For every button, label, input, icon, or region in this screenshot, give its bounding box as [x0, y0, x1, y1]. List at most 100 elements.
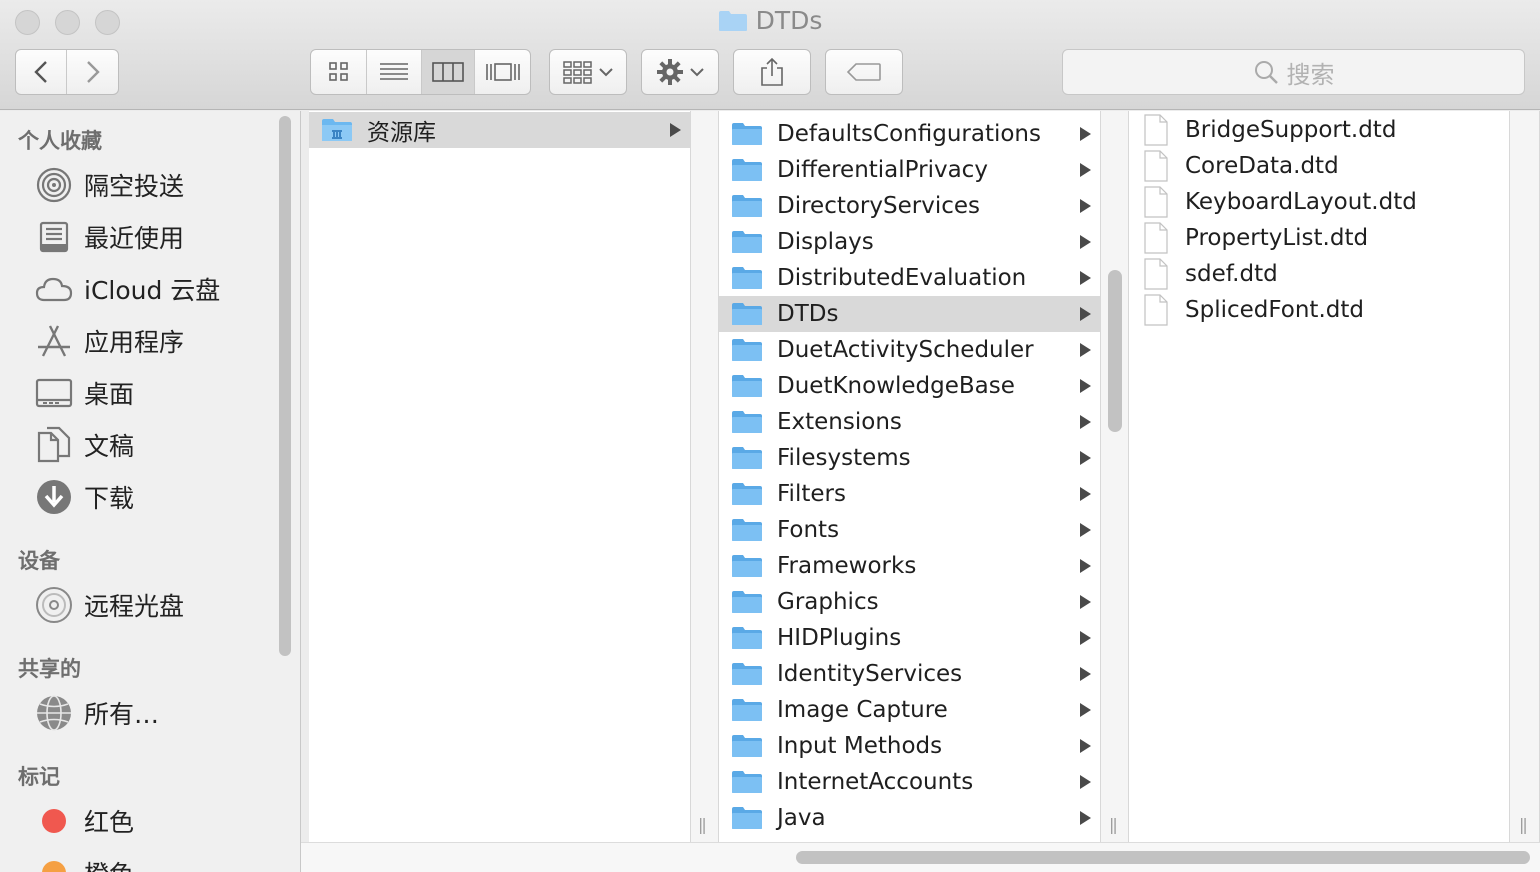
group-by-button[interactable]: [549, 49, 627, 95]
column-2-row[interactable]: Fonts: [719, 512, 1100, 548]
sidebar-item-airdrop[interactable]: 隔空投送: [34, 165, 184, 205]
sidebar-item-desktop[interactable]: 桌面: [34, 373, 134, 413]
sidebar-item-remote-disc[interactable]: 远程光盘: [34, 585, 184, 625]
list-view-button[interactable]: [367, 50, 422, 94]
sidebar-scrollbar[interactable]: [279, 116, 291, 656]
column-2-row[interactable]: Image Capture: [719, 692, 1100, 728]
document-file-icon: [1143, 222, 1173, 254]
column-resize-handle-icon[interactable]: ||: [1109, 815, 1118, 834]
disclosure-arrow-icon: [1080, 415, 1094, 429]
column-divider-2[interactable]: ||: [1100, 111, 1129, 842]
column-2-row[interactable]: Filesystems: [719, 440, 1100, 476]
sidebar-item-tag-orange[interactable]: 橙色: [34, 853, 134, 872]
column-2-row[interactable]: Extensions: [719, 404, 1100, 440]
column-3-row[interactable]: BridgeSupport.dtd: [1129, 112, 1509, 148]
column-view-button[interactable]: [422, 50, 475, 94]
column-divider-1[interactable]: ||: [690, 111, 719, 842]
group-icon: [563, 61, 592, 84]
disclosure-arrow-icon: [670, 123, 684, 137]
column-2-row[interactable]: DefaultsConfigurations: [719, 116, 1100, 152]
sidebar-item-icloud[interactable]: iCloud 云盘: [34, 269, 220, 309]
row-label: InternetAccounts: [777, 769, 974, 795]
column-2-row[interactable]: Displays: [719, 224, 1100, 260]
window-title: DTDs: [0, 6, 1540, 38]
column-2-row[interactable]: Input Methods: [719, 728, 1100, 764]
sidebar-header-devices: 设备: [18, 549, 60, 573]
row-label: BridgeSupport.dtd: [1185, 117, 1397, 143]
disclosure-arrow-icon: [1080, 127, 1094, 141]
column-2-scrollbar[interactable]: [1108, 270, 1122, 432]
folder-icon: [731, 156, 765, 184]
sidebar-item-downloads[interactable]: 下载: [34, 477, 134, 517]
sidebar-item-tag-red[interactable]: 红色: [34, 801, 134, 841]
horizontal-scrollbar[interactable]: [796, 851, 1530, 864]
folder-icon: [731, 264, 765, 292]
sidebar-item-label: 下载: [84, 484, 135, 513]
chevron-down-icon: [690, 68, 704, 77]
disclosure-arrow-icon: [1080, 559, 1094, 573]
row-label: DTDs: [777, 301, 839, 327]
column-2-row[interactable]: DuetActivityScheduler: [719, 332, 1100, 368]
network-icon: [34, 693, 74, 733]
row-label: Fonts: [777, 517, 840, 543]
icon-view-button[interactable]: [311, 50, 367, 94]
column-resize-handle-icon[interactable]: ||: [698, 815, 707, 834]
row-label: DuetActivityScheduler: [777, 337, 1034, 363]
row-label: Extensions: [777, 409, 902, 435]
sidebar-item-applications[interactable]: 应用程序: [34, 321, 184, 361]
row-label: Input Methods: [777, 733, 943, 759]
share-button[interactable]: [733, 49, 811, 95]
column-2-row[interactable]: DirectoryServices: [719, 188, 1100, 224]
back-button[interactable]: [16, 50, 67, 94]
column-2-row[interactable]: Frameworks: [719, 548, 1100, 584]
list-icon: [380, 63, 408, 80]
column-2-row[interactable]: DuetKnowledgeBase: [719, 368, 1100, 404]
column-divider-3[interactable]: ||: [1509, 111, 1540, 842]
sidebar-item-label: 应用程序: [84, 328, 185, 357]
edit-tags-button[interactable]: [825, 49, 903, 95]
column-2-row[interactable]: HIDPlugins: [719, 620, 1100, 656]
disclosure-arrow-icon: [1080, 631, 1094, 645]
sidebar-item-label: 文稿: [84, 432, 135, 461]
column-2-row[interactable]: DistributedEvaluation: [719, 260, 1100, 296]
column-3-row[interactable]: sdef.dtd: [1129, 256, 1509, 292]
folder-icon: [731, 552, 765, 580]
sidebar-header-shared: 共享的: [18, 657, 81, 681]
sidebar-item-documents[interactable]: 文稿: [34, 425, 134, 465]
column-3-row[interactable]: PropertyList.dtd: [1129, 220, 1509, 256]
search-icon: [1254, 61, 1278, 84]
sidebar-item-recents[interactable]: 最近使用: [34, 217, 184, 257]
column-2-row[interactable]: DifferentialPrivacy: [719, 152, 1100, 188]
column-3-row[interactable]: CoreData.dtd: [1129, 148, 1509, 184]
document-file-icon: [1143, 294, 1173, 326]
recents-icon: [34, 217, 74, 257]
gallery-view-button[interactable]: [475, 50, 530, 94]
column-2-row[interactable]: Graphics: [719, 584, 1100, 620]
column-2-row[interactable]: Filters: [719, 476, 1100, 512]
folder-icon: [731, 516, 765, 544]
column-2-row[interactable]: Java: [719, 800, 1100, 836]
row-label: PropertyList.dtd: [1185, 225, 1369, 251]
action-menu-button[interactable]: [641, 49, 719, 95]
sidebar-item-label: 隔空投送: [84, 172, 185, 201]
gallery-icon: [485, 63, 520, 81]
tag-red-icon: [34, 801, 74, 841]
column-3-row[interactable]: SplicedFont.dtd: [1129, 292, 1509, 328]
column-2-row[interactable]: DTDs: [719, 296, 1100, 332]
column-2-row[interactable]: IdentityServices: [719, 656, 1100, 692]
row-label: Filters: [777, 481, 846, 507]
row-label: Frameworks: [777, 553, 917, 579]
sidebar-item-label: iCloud 云盘: [84, 276, 221, 305]
column-1-row-library[interactable]: 资源库: [309, 112, 690, 148]
disclosure-arrow-icon: [1080, 451, 1094, 465]
disclosure-arrow-icon: [1080, 703, 1094, 717]
sidebar-item-all-shared[interactable]: 所有…: [34, 693, 159, 733]
row-label: Java: [777, 805, 826, 831]
column-2-row[interactable]: InternetAccounts: [719, 764, 1100, 800]
column-resize-handle-icon[interactable]: ||: [1519, 815, 1528, 834]
search-field[interactable]: 搜索: [1062, 49, 1525, 95]
folder-icon: [731, 804, 765, 832]
forward-button[interactable]: [67, 50, 118, 94]
documents-icon: [34, 425, 74, 465]
column-3-row[interactable]: KeyboardLayout.dtd: [1129, 184, 1509, 220]
